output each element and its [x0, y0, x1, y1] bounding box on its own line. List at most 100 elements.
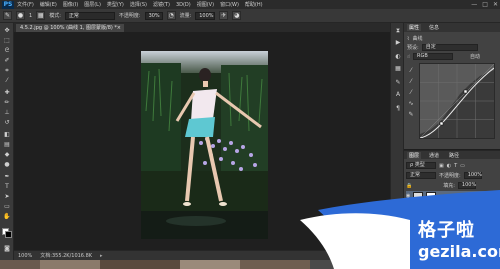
opacity-field[interactable]: 30%	[144, 11, 163, 20]
filter-shape-icon[interactable]: ▭	[460, 163, 465, 169]
photoshop-logo: PS	[2, 0, 14, 9]
filter-pixel-icon[interactable]: ▣	[439, 163, 444, 169]
quick-select-icon[interactable]: ✐	[3, 57, 11, 65]
document-tab[interactable]: 4.5.2.jpg @ 100% (曲线 1, 图层蒙版/8) * ×	[16, 24, 124, 32]
menu-window[interactable]: 窗口(W)	[217, 1, 242, 8]
status-menu-arrow-icon[interactable]: ▸	[100, 253, 103, 259]
zoom-level[interactable]: 100%	[18, 253, 32, 259]
window-controls: — □ ✕	[471, 0, 498, 9]
clone-stamp-icon[interactable]: ⊥	[3, 109, 11, 117]
target-adjust-icon[interactable]: ☝	[407, 54, 410, 60]
pencil-curve-icon[interactable]: ✎	[407, 111, 415, 119]
curve-tools: ⁄ ⁄ ⁄ ∿ ✎	[407, 67, 416, 122]
mode-select[interactable]: 正常	[64, 11, 115, 20]
watermark-title: 格子啦	[418, 220, 475, 241]
move-icon[interactable]: ✥	[3, 27, 11, 35]
gray-point-eyedropper-icon[interactable]: ⁄	[407, 78, 415, 86]
menu-view[interactable]: 视图(V)	[194, 1, 217, 8]
healing-icon[interactable]: ✚	[3, 89, 11, 97]
fill-row: 🔒 填充: 100%	[406, 181, 498, 190]
white-point-eyedropper-icon[interactable]: ⁄	[407, 89, 415, 97]
curves-plot[interactable]	[419, 63, 495, 139]
type-icon[interactable]: T	[3, 183, 11, 191]
channel-select[interactable]: RGB	[413, 53, 454, 60]
menu-image[interactable]: 图像(I)	[60, 1, 81, 8]
airbrush-icon[interactable]: ✈	[219, 11, 229, 20]
history-brush-icon[interactable]: ↺	[3, 119, 11, 127]
swatches-panel-icon[interactable]: ▦	[394, 65, 402, 73]
black-point-eyedropper-icon[interactable]: ⁄	[407, 67, 415, 75]
menu-help[interactable]: 帮助(H)	[242, 1, 266, 8]
quick-mask-icon[interactable]: ◙	[3, 245, 11, 253]
tab-paths[interactable]: 路径	[447, 152, 461, 159]
eyedropper-icon[interactable]: ⁄	[3, 77, 11, 85]
properties-panel-header: 属性 信息	[404, 23, 500, 32]
menu-bar: PS 文件(F) 编辑(E) 图像(I) 图层(L) 类型(Y) 选择(S) 滤…	[0, 0, 500, 9]
background-color-swatch[interactable]	[5, 231, 12, 238]
eraser-icon[interactable]: ◧	[3, 131, 11, 139]
opacity-label: 不透明度:	[118, 13, 141, 19]
dodge-icon[interactable]: ●	[3, 161, 11, 169]
auto-button[interactable]: 自动	[470, 53, 480, 60]
adjustment-title-row: ⌇ 曲线	[407, 35, 423, 43]
close-tab-icon[interactable]: ×	[117, 24, 121, 32]
thumbnail	[0, 260, 40, 269]
brush-panel-icon[interactable]: ▦	[36, 11, 46, 20]
thumbnail	[100, 260, 180, 269]
flow-field[interactable]: 100%	[195, 11, 216, 20]
curves-adjustment-icon: ⌇	[407, 35, 410, 42]
actions-panel-icon[interactable]: ▶	[394, 39, 402, 47]
tab-channels[interactable]: 通道	[427, 152, 441, 159]
maximize-button[interactable]: □	[482, 1, 488, 8]
document-tab-bar: 4.5.2.jpg @ 100% (曲线 1, 图层蒙版/8) * ×	[14, 23, 390, 32]
brush-preset-icon[interactable]: ●	[16, 11, 25, 20]
curve-point-icon[interactable]: ∿	[407, 100, 415, 108]
pressure-opacity-icon[interactable]: ◔	[166, 11, 176, 20]
adjustment-title: 曲线	[412, 36, 423, 42]
brush-icon[interactable]: ✏	[3, 99, 11, 107]
pen-icon[interactable]: ✒	[3, 173, 11, 181]
menu-filter[interactable]: 滤镜(T)	[150, 1, 173, 8]
crop-icon[interactable]: ⌗	[3, 67, 11, 75]
menu-file[interactable]: 文件(F)	[14, 1, 37, 8]
character-panel-icon[interactable]: A	[394, 91, 402, 99]
brush-size-value: 1	[29, 12, 33, 19]
menu-3d[interactable]: 3D(D)	[173, 2, 194, 8]
document-photo[interactable]	[141, 51, 268, 239]
menu-edit[interactable]: 编辑(E)	[37, 1, 60, 8]
paragraph-panel-icon[interactable]: ¶	[394, 105, 402, 113]
layer-filter-select[interactable]: ρ 类型	[406, 162, 436, 169]
marquee-icon[interactable]: ⬚	[3, 37, 11, 45]
hand-icon[interactable]: ✋	[3, 213, 11, 221]
path-select-icon[interactable]: ➤	[3, 193, 11, 201]
gradient-icon[interactable]: ▤	[3, 141, 11, 149]
close-window-button[interactable]: ✕	[493, 1, 498, 8]
filter-adjust-icon[interactable]: ◐	[447, 163, 451, 169]
layer-opacity-field[interactable]: 100%	[463, 172, 482, 179]
document-info: 文档:355.2K/1016.8K	[40, 253, 93, 259]
filter-type-icon[interactable]: T	[454, 163, 457, 169]
tools-panel: ✥ ⬚ ᘓ ✐ ⌗ ⁄ ✚ ✏ ⊥ ↺ ◧ ▤ ◆ ● ✒ T ➤ ▭ ✋ ◙	[0, 23, 14, 260]
tab-layers[interactable]: 图层	[407, 151, 422, 159]
menu-layer[interactable]: 图层(L)	[81, 1, 104, 8]
curves-graph[interactable]	[419, 63, 495, 139]
lock-label-icon[interactable]: 🔒	[406, 183, 412, 189]
tab-properties[interactable]: 属性	[407, 24, 422, 31]
color-panel-icon[interactable]: ◐	[394, 53, 402, 61]
fill-field[interactable]: 100%	[457, 182, 476, 189]
minimize-button[interactable]: —	[471, 1, 477, 8]
preset-select[interactable]: 自定	[421, 44, 478, 51]
tab-info[interactable]: 信息	[427, 24, 441, 31]
menu-select[interactable]: 选择(S)	[127, 1, 150, 8]
pressure-size-icon[interactable]: ◕	[232, 11, 242, 20]
layers-panel-header: 图层 通道 路径	[404, 151, 500, 159]
menu-type[interactable]: 类型(Y)	[104, 1, 127, 8]
blend-mode-select[interactable]: 正常	[406, 172, 436, 179]
lasso-icon[interactable]: ᘓ	[3, 47, 11, 55]
blur-icon[interactable]: ◆	[3, 151, 11, 159]
tool-preset-icon[interactable]: ✎	[3, 11, 12, 20]
history-panel-icon[interactable]: ⧗	[394, 27, 402, 35]
shape-icon[interactable]: ▭	[3, 203, 11, 211]
watermark-site: gezila.com	[418, 242, 500, 261]
brush-panel-icon[interactable]: ✎	[394, 79, 402, 87]
